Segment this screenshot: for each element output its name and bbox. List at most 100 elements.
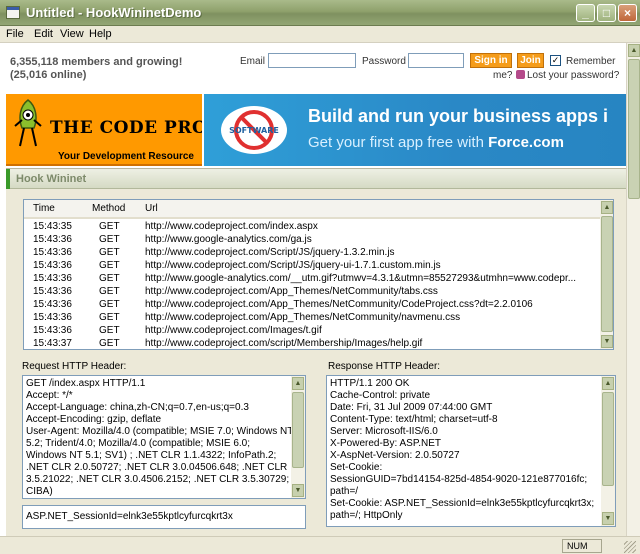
list-scroll-down-icon[interactable]: ▼ <box>601 335 613 348</box>
cell-method: GET <box>99 234 120 245</box>
col-method[interactable]: Method <box>92 203 125 214</box>
table-row[interactable]: 15:43:37 GET http://www.codeproject.com/sc… <box>24 338 600 349</box>
cookie-textbox[interactable]: ASP.NET_SessionId=elnk3e55kptlcyfurcqkrt… <box>22 505 306 529</box>
header-line: Set-Cookie: ASP.NET_SessionId=elnk3e55kp… <box>330 498 595 509</box>
codeproject-banner[interactable]: THE CODE PROJECT Your Development Resour… <box>6 94 202 166</box>
panel-header: Hook Wininet <box>6 169 626 189</box>
response-scroll-down-icon[interactable]: ▼ <box>602 512 614 525</box>
password-label: Password <box>362 56 406 67</box>
sign-in-button[interactable]: Sign in <box>470 53 512 68</box>
join-button[interactable]: Join <box>517 53 544 68</box>
request-list[interactable]: Time Method Url 15:43:35 GET http://www.co… <box>23 199 614 350</box>
num-lock-indicator: NUM <box>562 539 602 553</box>
cell-method: GET <box>99 273 120 284</box>
ad-subline-text: Get your first app free with <box>308 134 489 151</box>
menu-edit[interactable]: Edit <box>34 28 53 40</box>
request-scroll-up-icon[interactable]: ▲ <box>292 377 304 390</box>
table-row[interactable]: 15:43:36 GET http://www.google-analytics.c… <box>24 234 600 246</box>
maximize-button[interactable]: □ <box>597 4 616 22</box>
list-scroll-thumb[interactable] <box>601 216 613 332</box>
app-icon <box>6 6 20 19</box>
table-row[interactable]: 15:43:36 GET http://www.google-analytics.c… <box>24 273 600 285</box>
list-header: Time Method Url <box>24 200 600 219</box>
table-row[interactable]: 15:43:36 GET http://www.codeproject.com/Ap… <box>24 312 600 324</box>
codeproject-logo: THE CODE PROJECT <box>50 118 202 138</box>
header-line: Accept: */* <box>26 390 73 401</box>
table-row[interactable]: 15:43:36 GET http://www.codeproject.com/Im… <box>24 325 600 337</box>
menu-help[interactable]: Help <box>89 28 112 40</box>
hook-wininet-panel: Hook Wininet Time Method Url 15:43:35 GET… <box>6 168 626 536</box>
cell-time: 15:43:36 <box>33 247 72 258</box>
menu-view[interactable]: View <box>60 28 84 40</box>
table-row[interactable]: 15:43:36 GET http://www.codeproject.com/Ap… <box>24 299 600 311</box>
response-scrollbar[interactable]: ▲ ▼ <box>601 376 615 526</box>
minimize-button[interactable]: _ <box>576 4 595 22</box>
header-line: X-Powered-By: ASP.NET <box>330 438 441 449</box>
request-scroll-thumb[interactable] <box>292 392 304 468</box>
header-line: Accept-Encoding: gzip, deflate <box>26 414 162 425</box>
email-input[interactable] <box>268 53 356 68</box>
remember-checkbox[interactable]: ✓ <box>550 55 561 66</box>
cell-method: GET <box>99 260 120 271</box>
table-row[interactable]: 15:43:36 GET http://www.codeproject.com/Sc… <box>24 260 600 272</box>
cell-url: http://www.codeproject.com/script/Member… <box>145 338 423 349</box>
table-row[interactable]: 15:43:36 GET http://www.codeproject.com/Ap… <box>24 286 600 298</box>
list-scrollbar[interactable]: ▲ ▼ <box>600 200 613 349</box>
cell-url: http://www.codeproject.com/Images/t.gif <box>145 325 322 336</box>
header-line: SessionGUID=7bd14154-825d-4854-9020-121e… <box>330 474 588 485</box>
lost-password-link[interactable]: Lost your password? <box>527 70 619 81</box>
header-line: Date: Fri, 31 Jul 2009 07:44:00 GMT <box>330 402 493 413</box>
request-header-textbox[interactable]: GET /index.aspx HTTP/1.1 Accept: */* Accep… <box>22 375 306 499</box>
header-line: 5.2; Trident/4.0; Mozilla/4.0 (compatibl… <box>26 438 250 449</box>
online-line: (25,016 online) <box>10 69 87 81</box>
col-url[interactable]: Url <box>145 203 158 214</box>
members-count: 6,355,118 members and growing! (25,016 o… <box>10 56 182 82</box>
list-scroll-up-icon[interactable]: ▲ <box>601 201 613 214</box>
header-line: Server: Microsoft-IIS/6.0 <box>330 426 438 437</box>
cell-url: http://www.codeproject.com/Script/JS/jqu… <box>145 247 395 258</box>
force-ad-banner[interactable]: SOFTWARE Build and run your business app… <box>204 94 626 166</box>
cell-method: GET <box>99 221 120 232</box>
request-scrollbar[interactable]: ▲ ▼ <box>291 376 305 498</box>
lock-icon <box>516 70 525 79</box>
bob-mascot-icon <box>14 99 42 147</box>
email-label: Email <box>240 56 266 67</box>
scroll-up-arrow-icon[interactable]: ▲ <box>628 44 640 57</box>
header-line: User-Agent: Mozilla/4.0 (compatible; MSI… <box>26 426 294 437</box>
table-row[interactable]: 15:43:35 GET http://www.codeproject.com/in… <box>24 221 600 233</box>
title-bar[interactable]: Untitled - HookWininetDemo _ □ × <box>0 0 640 26</box>
cell-method: GET <box>99 338 120 349</box>
resize-grip-icon[interactable] <box>624 541 636 553</box>
header-line: path=/; HttpOnly <box>330 510 403 521</box>
table-row[interactable]: 15:43:36 GET http://www.codeproject.com/Sc… <box>24 247 600 259</box>
response-scroll-up-icon[interactable]: ▲ <box>602 377 614 390</box>
response-header-textbox[interactable]: HTTP/1.1 200 OK Cache-Control: private Dat… <box>326 375 616 527</box>
cell-method: GET <box>99 247 120 258</box>
request-scroll-down-icon[interactable]: ▼ <box>292 484 304 497</box>
window-title: Untitled - HookWininetDemo <box>26 5 202 20</box>
header-line: Accept-Language: china,zh-CN;q=0.7,en-us… <box>26 402 249 413</box>
response-scroll-thumb[interactable] <box>602 392 614 486</box>
remember-label: Remember <box>566 56 616 67</box>
header-line: GET /index.aspx HTTP/1.1 <box>26 378 146 389</box>
response-header-label: Response HTTP Header: <box>328 361 441 372</box>
status-bar: NUM <box>0 536 640 554</box>
cell-url: http://www.google-analytics.com/ga.js <box>145 234 312 245</box>
ad-brand: Force.com <box>488 134 564 151</box>
password-input[interactable] <box>408 53 464 68</box>
cell-time: 15:43:36 <box>33 273 72 284</box>
cell-time: 15:43:35 <box>33 221 72 232</box>
members-line: 6,355,118 members and growing! <box>10 56 183 68</box>
header-line: HTTP/1.1 200 OK <box>330 378 410 389</box>
no-software-cloud-icon: SOFTWARE <box>221 106 287 154</box>
cell-method: GET <box>99 286 120 297</box>
col-time[interactable]: Time <box>33 203 55 214</box>
close-button[interactable]: × <box>618 4 637 22</box>
cell-url: http://www.codeproject.com/App_Themes/Ne… <box>145 299 533 310</box>
cell-url: http://www.codeproject.com/App_Themes/Ne… <box>145 312 461 323</box>
request-header-label: Request HTTP Header: <box>22 361 127 372</box>
cookie-text: ASP.NET_SessionId=elnk3e55kptlcyfurcqkrt… <box>26 511 233 522</box>
menu-file[interactable]: File <box>6 28 24 40</box>
browser-scrollbar[interactable]: ▲ <box>626 43 640 536</box>
scroll-thumb[interactable] <box>628 59 640 199</box>
